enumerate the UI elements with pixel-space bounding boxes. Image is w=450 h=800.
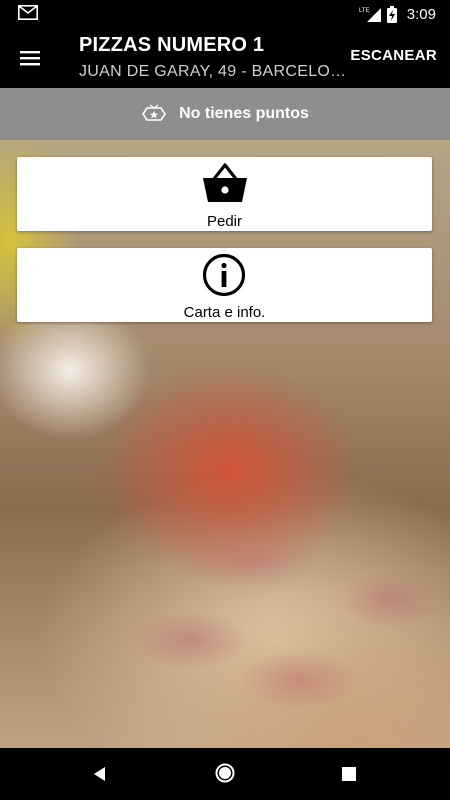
home-icon[interactable] [215,763,235,783]
recents-icon[interactable] [342,767,356,781]
status-bar: LTE 3:09 [0,0,450,28]
basket-icon [203,163,247,202]
gmail-icon [18,5,38,20]
hamburger-menu-icon [20,51,40,66]
menu-info-label: Carta e info. [183,304,266,321]
order-button[interactable]: Pedir [17,157,432,231]
info-icon [202,253,246,297]
status-time: 3:09 [406,5,436,23]
status-icons: LTE 3:09 [359,0,436,28]
points-badge-icon [142,104,167,121]
app-bar: PIZZAS NUMERO 1 JUAN DE GARAY, 49 - BARC… [0,28,450,88]
menu-info-button[interactable]: Carta e info. [17,248,432,322]
scan-button[interactable]: ESCANEAR [350,47,437,64]
points-bar: No tienes puntos [0,88,450,140]
navigation-bar [0,748,450,800]
battery-charging-icon [386,5,397,23]
background-image [0,140,450,748]
network-type-label: LTE [359,8,370,14]
order-label: Pedir [206,213,243,230]
points-label: No tienes puntos [179,105,309,122]
lte-signal-icon: LTE [359,8,381,22]
back-icon[interactable] [93,767,107,781]
menu-button[interactable] [14,42,46,74]
store-title: PIZZAS NUMERO 1 [79,34,265,56]
store-address: JUAN DE GARAY, 49 - BARCELO… [79,63,347,80]
